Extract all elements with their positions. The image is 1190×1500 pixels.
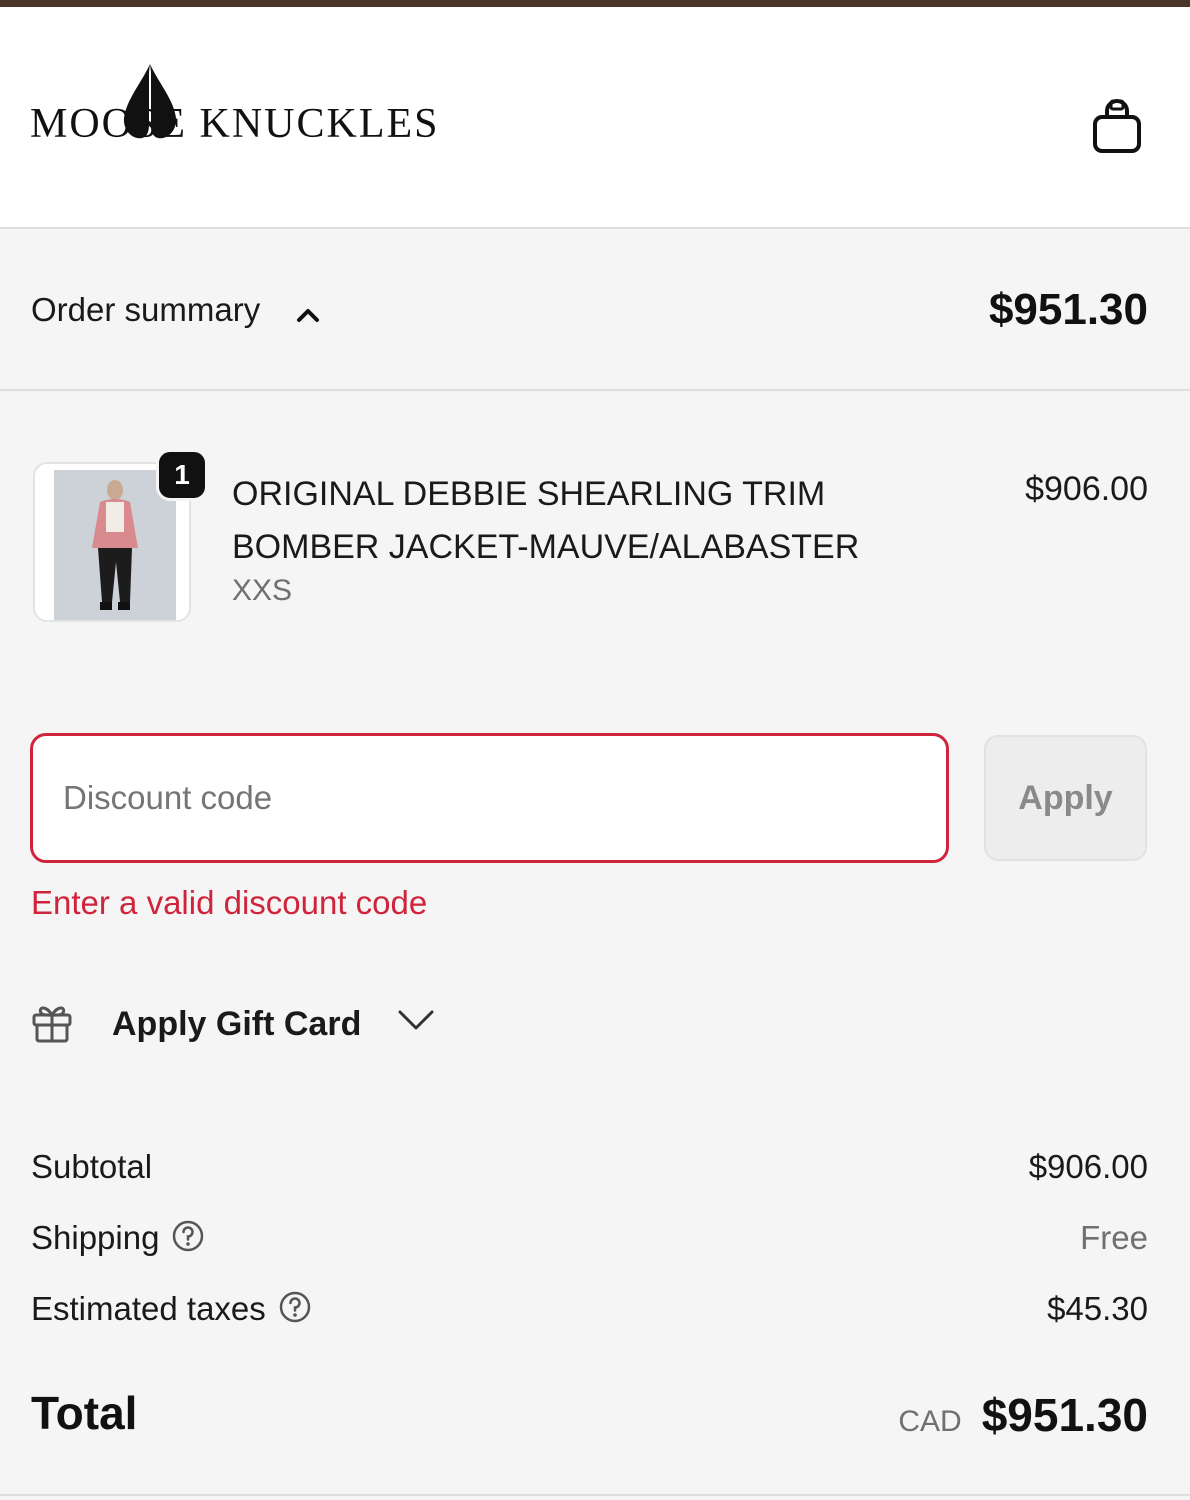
line-item: 1 ORIGINAL DEBBIE SHEARLING TRIM BOMBER … [33,449,1148,632]
discount-code-input[interactable] [30,733,949,863]
help-icon[interactable] [278,1290,312,1324]
taxes-row: Estimated taxes $45.30 [31,1290,1148,1340]
discount-error-message: Enter a valid discount code [31,884,428,921]
shopping-bag-icon[interactable] [1090,95,1144,157]
taxes-label-group: Estimated taxes [31,1290,312,1328]
brand-wordmark: MOOSE KNUCKLES [30,101,440,147]
chevron-up-icon [297,309,319,322]
top-accent-strip [0,0,1190,7]
subtotal-value: $906.00 [1028,1148,1148,1185]
taxes-value: $45.30 [1047,1290,1148,1327]
quantity-badge: 1 [156,449,208,501]
product-price: $906.00 [1025,470,1148,508]
product-variant: XXS [232,574,293,607]
order-summary-total: $951.30 [988,285,1148,334]
taxes-label: Estimated taxes [31,1290,266,1327]
shipping-label-group: Shipping [31,1219,205,1257]
chevron-down-icon [398,1010,434,1030]
subtotal-label: Subtotal [31,1148,153,1185]
gift-card-label: Apply Gift Card [112,1005,362,1043]
apply-discount-button[interactable]: Apply [984,735,1147,861]
shipping-row: Shipping Free [31,1219,1148,1269]
gift-icon [32,1006,72,1043]
apply-gift-card-toggle[interactable]: Apply Gift Card [30,995,450,1055]
shipping-value: Free [1080,1219,1148,1256]
product-name: ORIGINAL DEBBIE SHEARLING TRIM BOMBER JA… [232,475,860,566]
divider [0,1494,1190,1496]
subtotal-row: Subtotal $906.00 [31,1148,1148,1198]
shipping-label: Shipping [31,1219,160,1256]
currency-code: CAD [898,1405,962,1438]
brand-logo[interactable]: MOOSE KNUCKLES [30,62,550,152]
order-summary-label: Order summary [31,291,261,328]
help-icon[interactable] [171,1219,205,1253]
checkout-header: MOOSE KNUCKLES [0,7,1190,229]
order-summary-toggle[interactable]: Order summary $951.30 [0,229,1190,391]
total-amount-group: CAD $951.30 [898,1388,1148,1442]
total-label: Total [31,1387,138,1439]
total-value: $951.30 [981,1389,1148,1441]
